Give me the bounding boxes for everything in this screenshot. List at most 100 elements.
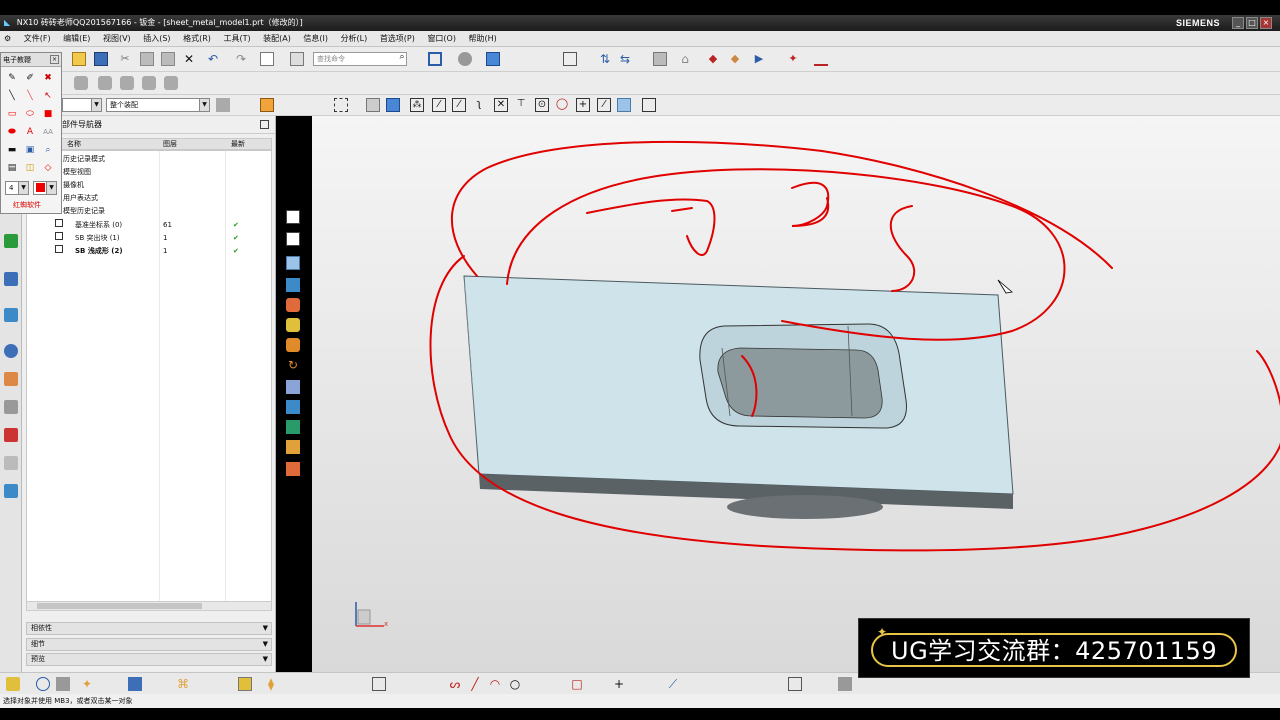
select-all-icon[interactable] bbox=[216, 98, 230, 112]
move-icon[interactable]: ⇆ bbox=[618, 52, 632, 66]
undo-drawing-icon[interactable]: ◇ bbox=[41, 161, 55, 175]
open-icon[interactable] bbox=[72, 52, 86, 66]
new-window-icon[interactable] bbox=[260, 52, 274, 66]
display-icon[interactable]: ⌂ bbox=[678, 52, 692, 66]
filled-ellipse-icon[interactable]: ⬬ bbox=[5, 125, 19, 139]
render-style-icon[interactable] bbox=[458, 52, 472, 66]
cut-icon[interactable]: ✂ bbox=[118, 52, 132, 66]
face-filter-icon[interactable] bbox=[386, 98, 400, 112]
visibility-checkbox[interactable] bbox=[55, 219, 63, 227]
font-icon[interactable]: AA bbox=[41, 125, 55, 139]
filter-select[interactable]: ▼ bbox=[62, 98, 102, 112]
section-dependencies[interactable]: 相依性 ▼ bbox=[26, 622, 272, 635]
resource-g-icon[interactable] bbox=[4, 456, 18, 470]
tool-5-icon[interactable] bbox=[128, 677, 142, 691]
menu-preferences[interactable]: 首选项(P) bbox=[375, 31, 420, 47]
sketch-icon[interactable] bbox=[286, 210, 300, 224]
feature-b-icon[interactable] bbox=[98, 76, 112, 90]
profile-icon[interactable]: ᔕ bbox=[448, 677, 462, 691]
minimize-button[interactable]: _ bbox=[1232, 17, 1244, 29]
undo-icon[interactable]: ↶ bbox=[206, 52, 220, 66]
tree-row[interactable]: SB 突出块 (1) 1 ✔ bbox=[27, 232, 271, 245]
feature-e-icon[interactable] bbox=[164, 76, 178, 90]
resource-c-icon[interactable] bbox=[4, 308, 18, 322]
tool-4-icon[interactable]: ✦ bbox=[80, 677, 94, 691]
close-button[interactable]: × bbox=[1260, 17, 1272, 29]
tree-row[interactable]: 模型视图 bbox=[27, 166, 271, 179]
tree-row[interactable]: 用户表达式 bbox=[27, 192, 271, 205]
horizontal-scrollbar[interactable] bbox=[26, 601, 272, 611]
line-icon[interactable]: ╲ bbox=[5, 89, 19, 103]
endpoint-icon[interactable]: ⁄ bbox=[432, 98, 446, 112]
save-icon[interactable] bbox=[94, 52, 108, 66]
menu-file[interactable]: 文件(F) bbox=[19, 31, 56, 47]
feature-d-icon[interactable] bbox=[142, 76, 156, 90]
section-details[interactable]: 细节 ▼ bbox=[26, 638, 272, 651]
tool-1-icon[interactable] bbox=[6, 677, 20, 691]
command-search-input[interactable]: 查找命令 bbox=[313, 52, 407, 66]
text-icon[interactable]: A bbox=[23, 125, 37, 139]
rectangle-icon[interactable]: □ bbox=[570, 677, 584, 691]
zoom-icon[interactable]: ⌕ bbox=[41, 143, 55, 157]
menu-edit[interactable]: 编辑(E) bbox=[58, 31, 95, 47]
section-preview[interactable]: 预览 ▼ bbox=[26, 653, 272, 666]
wcs-icon[interactable]: ⇅ bbox=[598, 52, 612, 66]
menu-view[interactable]: 视图(V) bbox=[98, 31, 136, 47]
point-on-curve-icon[interactable]: ⁄ bbox=[597, 98, 611, 112]
menu-help[interactable]: 帮助(H) bbox=[464, 31, 502, 47]
intersection-icon[interactable]: ✕ bbox=[494, 98, 508, 112]
column-layer[interactable]: 图层 bbox=[163, 139, 177, 149]
louver-icon[interactable] bbox=[286, 338, 300, 352]
bend-icon[interactable] bbox=[286, 298, 300, 312]
tool-c-icon[interactable]: ▶ bbox=[752, 52, 766, 66]
line-icon[interactable]: ╱ bbox=[468, 677, 482, 691]
menu-window[interactable]: 窗口(O) bbox=[422, 31, 461, 47]
tool-3-icon[interactable] bbox=[56, 677, 70, 691]
resource-f-icon[interactable] bbox=[4, 428, 18, 442]
gusset-icon[interactable]: ↻ bbox=[286, 358, 300, 372]
tangent-icon[interactable]: ⊤ bbox=[514, 98, 528, 112]
copy-icon[interactable] bbox=[140, 52, 154, 66]
tree-row[interactable]: 模型历史记录 bbox=[27, 205, 271, 218]
contour-flange-icon[interactable] bbox=[286, 278, 300, 292]
rectangle-select-icon[interactable] bbox=[334, 98, 348, 112]
tree-row[interactable]: 历史记录模式 bbox=[27, 153, 271, 166]
menu-info[interactable]: 信息(I) bbox=[298, 31, 333, 47]
maximize-button[interactable]: □ bbox=[1246, 17, 1258, 29]
command-finder-icon[interactable] bbox=[290, 52, 304, 66]
quadrant-icon[interactable]: ◯ bbox=[555, 98, 569, 112]
tab-icon[interactable] bbox=[286, 232, 300, 246]
flange-icon[interactable] bbox=[286, 256, 300, 270]
tool-6-icon[interactable]: ⌘ bbox=[176, 677, 190, 691]
flat-pattern-icon[interactable] bbox=[286, 380, 300, 394]
filled-rectangle-icon[interactable]: ■ bbox=[41, 107, 55, 121]
resource-e-icon[interactable] bbox=[4, 400, 18, 414]
sketch-icon[interactable] bbox=[372, 677, 386, 691]
tool-a-icon[interactable]: ◆ bbox=[706, 52, 720, 66]
rebend-icon[interactable] bbox=[286, 440, 300, 454]
color-select[interactable]: ▼ bbox=[33, 181, 57, 195]
resource-b-icon[interactable] bbox=[4, 272, 18, 286]
redo-icon[interactable]: ↷ bbox=[234, 52, 248, 66]
menu-format[interactable]: 格式(R) bbox=[178, 31, 216, 47]
point-on-face-icon[interactable] bbox=[617, 98, 631, 112]
circle-icon[interactable]: ○ bbox=[508, 677, 522, 691]
resource-h-icon[interactable] bbox=[4, 484, 18, 498]
pen-icon[interactable]: ✐ bbox=[23, 71, 37, 85]
navigator-maximize-button[interactable] bbox=[260, 120, 269, 129]
tree-row[interactable]: SB 浅成形 (2) 1 ✔ bbox=[27, 245, 271, 258]
midpoint-icon[interactable]: ⁄ bbox=[452, 98, 466, 112]
search-icon[interactable]: ⌕ bbox=[395, 52, 409, 66]
tool-2-icon[interactable] bbox=[36, 677, 50, 691]
tool-7-icon[interactable] bbox=[238, 677, 252, 691]
point-icon[interactable]: + bbox=[612, 677, 626, 691]
save-drawing-icon[interactable]: ▤ bbox=[5, 161, 19, 175]
arc-icon[interactable]: ◠ bbox=[488, 677, 502, 691]
curve-point-icon[interactable]: ʅ bbox=[472, 98, 486, 112]
menu-gear-icon[interactable]: ⚙ bbox=[0, 31, 16, 47]
graphics-window[interactable] bbox=[312, 116, 1280, 672]
tool-8-icon[interactable]: ⧫ bbox=[264, 677, 278, 691]
arrow-icon[interactable]: ↖ bbox=[41, 89, 55, 103]
column-name[interactable]: 名称 bbox=[67, 139, 81, 149]
selection-scope-icon[interactable] bbox=[260, 98, 274, 112]
